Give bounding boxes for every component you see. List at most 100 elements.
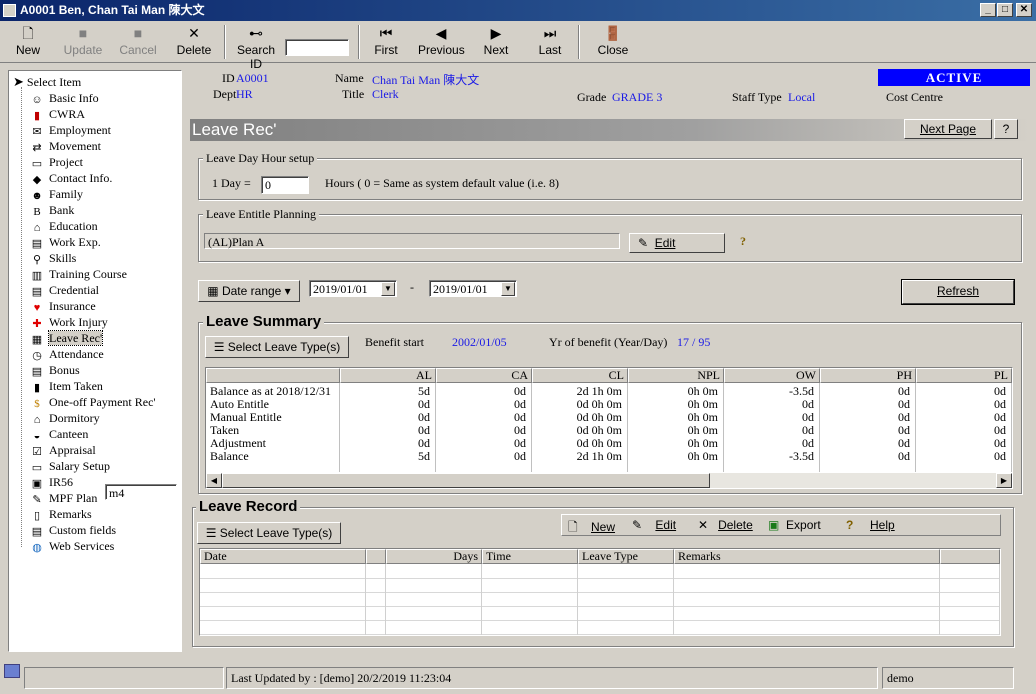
record-toolbar: 🗋 New ✎ Edit ✕ Delete ▣ Export ? Help	[561, 514, 1001, 536]
sidebar-item-label: Insurance	[49, 299, 96, 313]
record-edit-button[interactable]: ✎ Edit	[632, 518, 676, 532]
record-select-leave-types-button[interactable]: ☰ Select Leave Type(s)	[197, 522, 341, 544]
entitle-edit-button[interactable]: ✎ Edit	[629, 233, 725, 253]
record-col-header[interactable]: Days	[386, 549, 482, 564]
next-button[interactable]: ▶ Next	[480, 23, 512, 61]
minimize-button[interactable]: _	[980, 3, 996, 17]
summary-col-header[interactable]: PL	[916, 368, 1012, 383]
maximize-button[interactable]: □	[997, 3, 1013, 17]
first-button[interactable]: ⏮ First	[370, 23, 402, 61]
grade-label: Grade	[577, 90, 607, 104]
title-bar: A0001 Ben, Chan Tai Man 陳大文 _ □ ✕	[0, 0, 1036, 21]
first-record-icon: ⏮	[379, 25, 393, 41]
table-row[interactable]	[200, 620, 1000, 621]
sidebar-item-credential[interactable]: ▤ Credential	[29, 282, 99, 298]
summary-horizontal-scrollbar[interactable]: ◀ ▶	[206, 472, 1012, 488]
record-col-header[interactable]	[940, 549, 1000, 564]
next-page-button[interactable]: Next Page	[904, 119, 992, 139]
date-from-select[interactable]: 2019/01/01 ▼	[309, 280, 397, 297]
sidebar-item-attendance[interactable]: ◷ Attendance	[29, 346, 103, 362]
summary-col-header[interactable]: AL	[340, 368, 436, 383]
table-row[interactable]	[200, 592, 1000, 593]
record-new-button[interactable]: 🗋 New	[568, 518, 615, 539]
record-col-header[interactable]	[366, 549, 386, 564]
record-delete-button[interactable]: ✕ Delete	[698, 518, 753, 532]
sidebar-item-employment[interactable]: ✉ Employment	[29, 122, 111, 138]
sidebar-item-remarks[interactable]: ▯ Remarks	[29, 506, 92, 522]
day-hours-input[interactable]: 0	[261, 176, 309, 194]
date-range-button[interactable]: ▦ Date range ▾	[198, 280, 300, 302]
close-window-button[interactable]: ✕	[1016, 3, 1032, 17]
record-help-button[interactable]: ? Help	[846, 518, 895, 532]
summary-col-header[interactable]: OW	[724, 368, 820, 383]
sidebar-item-skills[interactable]: ⚲ Skills	[29, 250, 76, 266]
summary-col-header[interactable]	[206, 368, 340, 383]
sidebar-item-insurance[interactable]: ♥ Insurance	[29, 298, 96, 314]
sidebar-item-ir56[interactable]: ▣ IR56	[29, 474, 73, 490]
table-row[interactable]	[200, 634, 1000, 635]
pencil-icon: ✎	[632, 518, 643, 532]
sidebar-item-label: Project	[49, 155, 83, 169]
sidebar-item-movement[interactable]: ⇄ Movement	[29, 138, 101, 154]
sidebar-item-family[interactable]: ☻ Family	[29, 186, 83, 202]
last-button[interactable]: ⏭ Last	[536, 23, 564, 61]
summary-col-header[interactable]: NPL	[628, 368, 724, 383]
entitle-help-icon[interactable]: ?	[740, 234, 746, 249]
record-col-header[interactable]: Leave Type	[578, 549, 674, 564]
sidebar-item-leave-rec[interactable]: ▦ Leave Rec'	[29, 330, 104, 346]
summary-select-leave-types-button[interactable]: ☰ Select Leave Type(s)	[205, 336, 349, 358]
search-id-input[interactable]	[285, 39, 349, 56]
sidebar-item-bank[interactable]: B Bank	[29, 202, 74, 218]
close-button[interactable]: 🚪 Close	[596, 23, 630, 61]
record-col-header[interactable]: Time	[482, 549, 578, 564]
sidebar-item-project[interactable]: ▭ Project	[29, 154, 83, 170]
save-icon: ■	[78, 25, 88, 41]
tree-root-select-item[interactable]: ➤ Select Item	[13, 74, 81, 90]
previous-button[interactable]: ◀ Previous	[418, 23, 465, 61]
sidebar-item-mpf-plan[interactable]: ✎ MPF Plan	[29, 490, 97, 506]
scroll-thumb[interactable]	[222, 473, 710, 488]
sidebar-item-contact-info[interactable]: ◆ Contact Info.	[29, 170, 113, 186]
grid-divider	[819, 383, 820, 472]
sidebar-item-label: IR56	[49, 475, 73, 489]
summary-col-header[interactable]: CA	[436, 368, 532, 383]
record-col-header[interactable]: Date	[200, 549, 366, 564]
sidebar-item-appraisal[interactable]: ☑ Appraisal	[29, 442, 96, 458]
sidebar-item-bonus[interactable]: ▤ Bonus	[29, 362, 80, 378]
cancel-button[interactable]: ■ Cancel	[118, 23, 158, 61]
sidebar-item-basic-info[interactable]: ☺ Basic Info	[29, 90, 98, 106]
sidebar-item-custom-fields[interactable]: ▤ Custom fields	[29, 522, 116, 538]
sidebar-item-work-injury[interactable]: ✚ Work Injury	[29, 314, 107, 330]
summary-col-header[interactable]: CL	[532, 368, 628, 383]
update-button[interactable]: ■ Update	[62, 23, 104, 61]
delete-button[interactable]: ✕ Delete	[174, 23, 214, 61]
record-col-header[interactable]: Remarks	[674, 549, 940, 564]
scroll-left-icon[interactable]: ◀	[206, 473, 222, 488]
sidebar-item-salary-setup[interactable]: ▭ Salary Setup	[29, 458, 110, 474]
sidebar-item-work-exp[interactable]: ▤ Work Exp.	[29, 234, 101, 250]
sidebar-item-dormitory[interactable]: ⌂ Dormitory	[29, 410, 100, 426]
pencil-icon: ✎	[638, 236, 649, 250]
search-id-button[interactable]: ⊷ Search ID	[230, 23, 282, 71]
summary-col-header[interactable]: PH	[820, 368, 916, 383]
table-row[interactable]	[200, 606, 1000, 607]
mpf-plan-input[interactable]: m4	[105, 484, 177, 500]
scroll-right-icon[interactable]: ▶	[996, 473, 1012, 488]
sidebar-item-web-services[interactable]: ◍ Web Services	[29, 538, 114, 554]
sidebar-item-label: One-off Payment Rec'	[49, 395, 156, 409]
sidebar-item-cwra[interactable]: ▮ CWRA	[29, 106, 85, 122]
refresh-button[interactable]: Refresh	[901, 279, 1015, 305]
sidebar-item-education[interactable]: ⌂ Education	[29, 218, 98, 234]
help-icon[interactable]: ?	[994, 119, 1018, 139]
bonus-icon: ▤	[31, 366, 43, 379]
sidebar-item-item-taken[interactable]: ▮ Item Taken	[29, 378, 103, 394]
sidebar-item-training-course[interactable]: ▥ Training Course	[29, 266, 127, 282]
new-button[interactable]: 🗋 New	[12, 23, 44, 61]
date-to-select[interactable]: 2019/01/01 ▼	[429, 280, 517, 297]
sidebar-item-canteen[interactable]: ◒ Canteen	[29, 426, 89, 442]
sidebar-item-one-off-payment-rec[interactable]: $ One-off Payment Rec'	[29, 394, 156, 410]
table-row[interactable]	[200, 578, 1000, 579]
record-export-button[interactable]: ▣ Export	[768, 518, 821, 532]
excel-icon: ▣	[768, 518, 780, 532]
document-icon: ▤	[31, 238, 43, 251]
